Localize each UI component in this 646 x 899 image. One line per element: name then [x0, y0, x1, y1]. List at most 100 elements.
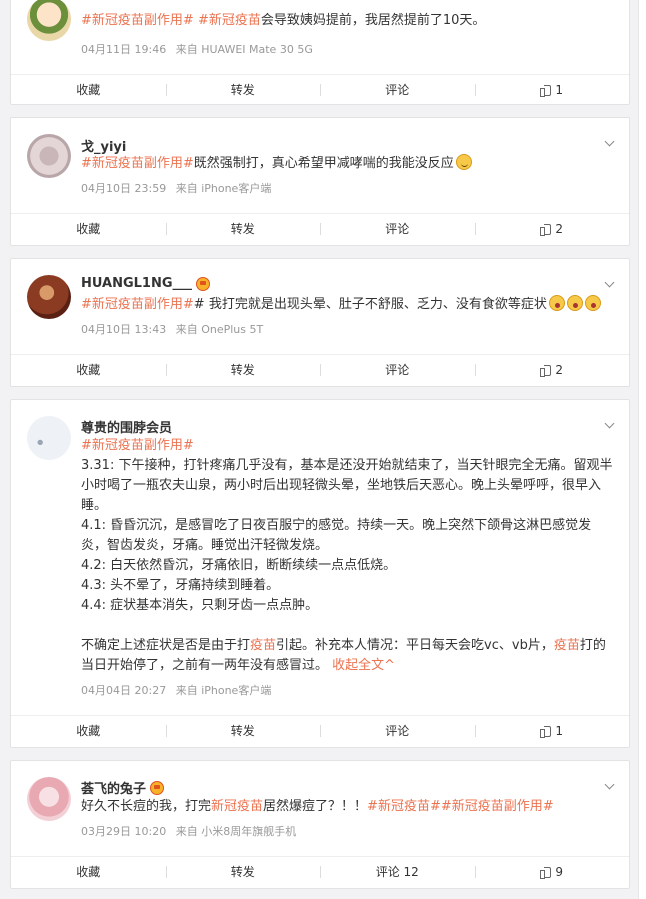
- collect-label: 收藏: [76, 222, 101, 236]
- chevron-down-icon[interactable]: [605, 279, 615, 289]
- repost-button[interactable]: 转发: [165, 716, 321, 745]
- post-content: 好久不长痘的我，打完新冠疫苗居然爆痘了？！！#新冠疫苗##新冠疫苗副作用#: [81, 797, 613, 817]
- like-button[interactable]: 9: [474, 857, 630, 886]
- post-card: HUANGL1NG___ #新冠疫苗副作用## 我打完就是出现头晕、肚子不舒服、…: [10, 258, 630, 387]
- post-date[interactable]: 04月04日 20:27: [81, 684, 166, 697]
- collect-label: 收藏: [76, 363, 101, 377]
- post-meta: 04月04日 20:27 来自 iPhone客户端: [81, 682, 271, 698]
- topic-tag[interactable]: #新冠疫苗副作用#: [81, 436, 613, 456]
- text-segment: 既然强制打，真心希望甲减哮喘的我能没反应: [193, 156, 454, 171]
- comment-button[interactable]: 评论: [320, 355, 475, 384]
- like-count: 2: [555, 221, 564, 236]
- avatar[interactable]: [27, 416, 71, 460]
- collect-button[interactable]: 收藏: [11, 355, 166, 384]
- thumbs-up-icon: [540, 364, 552, 377]
- avatar[interactable]: [27, 275, 71, 319]
- post-source: 来自 小米8周年旗舰手机: [175, 825, 297, 838]
- chevron-down-icon[interactable]: [605, 420, 615, 430]
- post-card: #新冠疫苗副作用# #新冠疫苗会导致姨妈提前，我居然提前了10天。 04月11日…: [10, 0, 630, 105]
- collect-label: 收藏: [76, 724, 101, 738]
- comment-button[interactable]: 评论: [320, 214, 475, 243]
- username[interactable]: 荟飞的兔子: [81, 778, 165, 797]
- right-sidebar-edge: [638, 0, 646, 899]
- like-count: 9: [555, 864, 564, 879]
- post-date[interactable]: 04月10日 13:43: [81, 323, 166, 336]
- collapse-link[interactable]: 收起全文^: [332, 658, 395, 673]
- repost-button[interactable]: 转发: [165, 857, 321, 886]
- repost-button[interactable]: 转发: [165, 75, 321, 104]
- comment-label: 评论: [385, 363, 410, 377]
- post-card: 戈_yiyi #新冠疫苗副作用#既然强制打，真心希望甲减哮喘的我能没反应 04月…: [10, 117, 630, 246]
- comment-button[interactable]: 评论: [320, 75, 475, 104]
- post-date[interactable]: 03月29日 10:20: [81, 825, 166, 838]
- paragraph: 4.3: 头不晕了，牙痛持续到睡着。: [81, 578, 280, 593]
- vip-crown-icon[interactable]: [150, 780, 165, 795]
- comment-button[interactable]: 评论: [320, 716, 475, 745]
- keyword-link[interactable]: 疫苗: [554, 638, 580, 653]
- shocked-emoji-icon: [566, 295, 583, 311]
- repost-button[interactable]: 转发: [165, 214, 321, 243]
- post-source: 来自 OnePlus 5T: [175, 323, 264, 336]
- avatar[interactable]: [27, 777, 71, 821]
- collect-button[interactable]: 收藏: [11, 214, 166, 243]
- post-content: #新冠疫苗副作用# 3.31: 下午接种，打针疼痛几乎没有，基本是还没开始就结束…: [81, 436, 613, 676]
- post-meta: 04月10日 13:43 来自 OnePlus 5T: [81, 321, 263, 337]
- paragraph: 3.31: 下午接种，打针疼痛几乎没有，基本是还没开始就结束了，当天针眼完全无痛…: [81, 458, 613, 513]
- comment-label: 评论 12: [375, 865, 419, 879]
- comment-button[interactable]: 评论 12: [320, 857, 475, 886]
- smile-emoji-icon: [455, 154, 472, 170]
- keyword-link[interactable]: 疫苗: [250, 638, 276, 653]
- avatar[interactable]: [27, 134, 71, 178]
- collect-label: 收藏: [76, 83, 101, 97]
- topic-tag[interactable]: #新冠疫苗副作用#: [81, 13, 194, 28]
- chevron-down-icon[interactable]: [605, 138, 615, 148]
- action-bar: 收藏 转发 评论 12 9: [11, 856, 629, 886]
- topic-tag[interactable]: #新冠疫苗副作用#: [81, 297, 194, 312]
- paragraph: 4.4: 症状基本消失，只剩牙齿一点点肿。: [81, 598, 319, 613]
- topic-tag[interactable]: #新冠疫苗#: [367, 799, 441, 814]
- topic-tag[interactable]: #新冠疫苗副作用#: [441, 799, 554, 814]
- post-meta: 03月29日 10:20 来自 小米8周年旗舰手机: [81, 823, 296, 839]
- text-segment: 会导致姨妈提前，我居然提前了10天。: [260, 13, 486, 28]
- username-text: 戈_yiyi: [81, 140, 127, 155]
- like-count: 2: [555, 362, 564, 377]
- paragraph-extra: 不确定上述症状是否是由于打疫苗引起。补充本人情况：平日每天会吃vc、vb片，疫苗…: [81, 636, 613, 676]
- topic-tag[interactable]: #新冠疫苗副作用#: [81, 156, 194, 171]
- collect-label: 收藏: [76, 865, 101, 879]
- text-segment: 引起。补充本人情况：平日每天会吃vc、vb片，: [276, 638, 554, 653]
- post-source: 来自 iPhone客户端: [175, 684, 272, 697]
- repost-label: 转发: [230, 724, 255, 738]
- vip-crown-icon[interactable]: [196, 276, 211, 291]
- comment-label: 评论: [385, 83, 410, 97]
- username[interactable]: 尊贵的围脖会员: [81, 417, 172, 436]
- like-button[interactable]: 1: [474, 75, 630, 104]
- post-source: 来自 HUAWEI Mate 30 5G: [175, 43, 313, 56]
- collect-button[interactable]: 收藏: [11, 716, 166, 745]
- username[interactable]: 戈_yiyi: [81, 136, 126, 155]
- shocked-emoji-icon: [584, 295, 601, 311]
- keyword-link[interactable]: 新冠疫苗: [211, 799, 263, 814]
- collect-button[interactable]: 收藏: [11, 857, 166, 886]
- action-bar: 收藏 转发 评论 2: [11, 213, 629, 243]
- post-date[interactable]: 04月11日 19:46: [81, 43, 166, 56]
- like-count: 1: [555, 723, 564, 738]
- avatar[interactable]: [27, 0, 71, 41]
- topic-tag[interactable]: #新冠疫苗: [198, 13, 261, 28]
- like-button[interactable]: 1: [474, 716, 630, 745]
- comment-label: 评论: [385, 724, 410, 738]
- thumbs-up-icon: [540, 725, 552, 738]
- like-count: 1: [555, 82, 564, 97]
- like-button[interactable]: 2: [474, 355, 630, 384]
- thumbs-up-icon: [540, 84, 552, 97]
- repost-label: 转发: [230, 363, 255, 377]
- post-date[interactable]: 04月10日 23:59: [81, 182, 166, 195]
- repost-label: 转发: [230, 83, 255, 97]
- username[interactable]: HUANGL1NG___: [81, 276, 211, 291]
- username-text: 荟飞的兔子: [81, 782, 147, 797]
- text-segment: # 我打完就是出现头晕、肚子不舒服、乏力、没有食欲等症状: [193, 297, 547, 312]
- post-card: 荟飞的兔子 好久不长痘的我，打完新冠疫苗居然爆痘了？！！#新冠疫苗##新冠疫苗副…: [10, 760, 630, 889]
- chevron-down-icon[interactable]: [605, 781, 615, 791]
- like-button[interactable]: 2: [474, 214, 630, 243]
- repost-button[interactable]: 转发: [165, 355, 321, 384]
- collect-button[interactable]: 收藏: [11, 75, 166, 104]
